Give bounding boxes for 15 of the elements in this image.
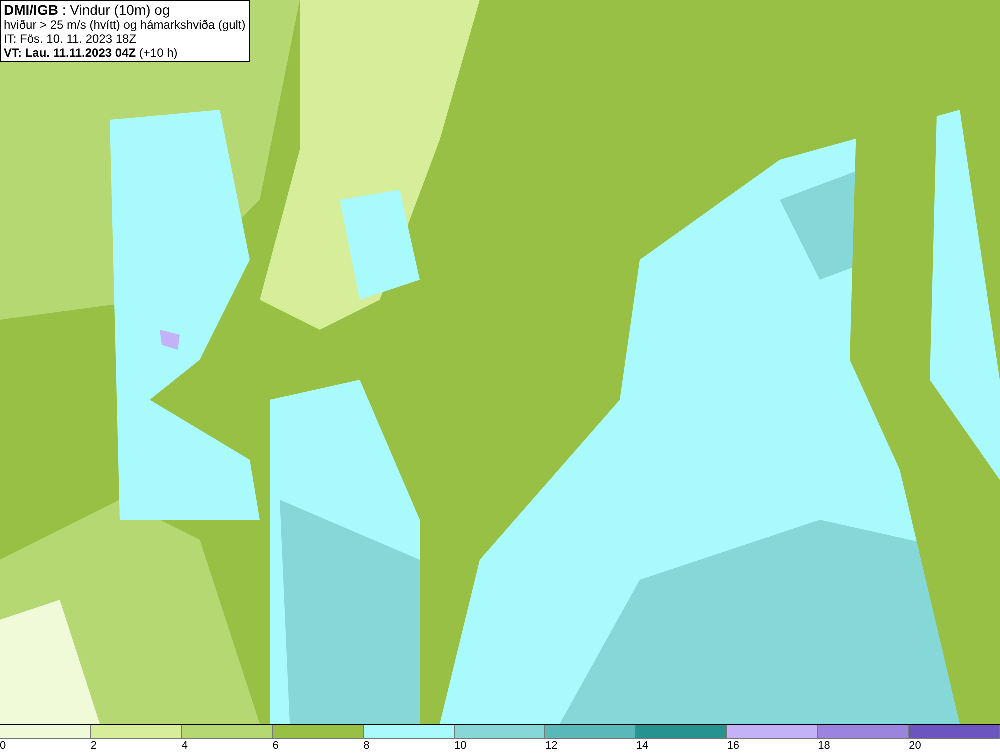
legend-label: 12	[545, 739, 558, 753]
legend-label: 10	[454, 739, 467, 753]
title-text: hviður > 25 m/s (hvítt) og hámarkshviða (gult)	[4, 18, 246, 32]
legend-label: 0	[0, 739, 6, 753]
legend-label: 16	[727, 739, 740, 753]
title-text: IT: Fös. 10. 11. 2023 18Z	[4, 32, 138, 46]
title-text: DMI/IGB : Vindur (10m) og	[4, 2, 172, 18]
legend-label: 14	[636, 739, 649, 753]
legend-label: 4	[182, 739, 188, 753]
legend-label: 2	[90, 739, 98, 753]
title-text: VT: Lau. 11.11.2023 04Z (+10 h)	[4, 46, 179, 60]
legend-label: 20	[909, 739, 922, 753]
legend-label: 8	[364, 739, 370, 753]
legend-label: 6	[272, 739, 279, 753]
legend-label: 18	[818, 739, 830, 753]
